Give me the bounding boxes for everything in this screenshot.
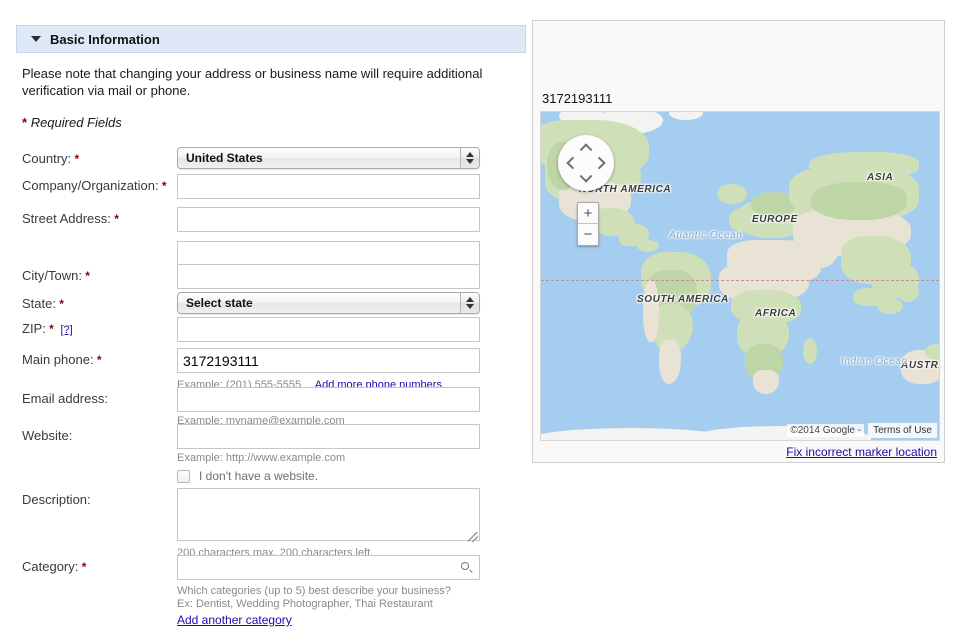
map-business-title: 3172193111 (542, 91, 613, 106)
map-label-africa: AFRICA (755, 308, 797, 319)
label-country: Country: * (22, 151, 80, 166)
city-input[interactable] (177, 264, 480, 289)
map-label-south-america: SOUTH AMERICA (637, 294, 729, 305)
label-main-phone: Main phone: * (22, 352, 102, 367)
pan-right-icon[interactable] (592, 155, 609, 172)
category-input[interactable] (177, 555, 480, 580)
company-input[interactable] (177, 174, 480, 199)
label-street-address: Street Address: * (22, 211, 119, 226)
page-title: Basic Information (50, 31, 160, 47)
required-fields-label: Required Fields (30, 115, 122, 130)
terms-of-use-link[interactable]: Terms of Use (868, 423, 937, 438)
zip-help-link[interactable]: [?] (60, 324, 72, 336)
zoom-in-button[interactable]: + (578, 203, 598, 224)
map-attribution: ©2014 Google - Terms of Use (787, 423, 937, 438)
website-hint: Example: http://www.example.com (177, 452, 346, 464)
email-input[interactable] (177, 387, 480, 412)
map-copyright: ©2014 Google - (787, 424, 865, 437)
map-label-europe: EUROPE (752, 214, 798, 225)
zoom-control[interactable]: + − (577, 202, 599, 246)
add-another-category-link[interactable]: Add another category (177, 613, 292, 627)
category-help-line-2: Ex: Dentist, Wedding Photographer, Thai … (177, 598, 433, 610)
label-email: Email address: (22, 391, 108, 406)
pan-down-icon[interactable] (578, 169, 595, 186)
label-category: Category: * (22, 559, 87, 574)
triangle-down-icon[interactable] (31, 36, 41, 42)
main-phone-input[interactable] (177, 348, 480, 373)
required-fields-note: * Required Fields (22, 115, 526, 130)
map-canvas[interactable]: NORTH AMERICA SOUTH AMERICA EUROPE AFRIC… (540, 111, 940, 441)
country-select[interactable]: United States (177, 147, 480, 169)
no-website-label: I don't have a website. (199, 469, 319, 483)
zoom-out-button[interactable]: − (578, 224, 598, 245)
category-help-line-1: Which categories (up to 5) best describe… (177, 585, 451, 597)
map-label-indian-ocean: Indian Ocean (841, 356, 908, 367)
label-state: State: * (22, 296, 64, 311)
label-zip: ZIP: * [?] (22, 321, 73, 336)
chevron-updown-icon[interactable] (460, 293, 479, 313)
label-description: Description: (22, 492, 91, 507)
label-company: Company/Organization: * (22, 178, 167, 193)
street-address-line2-input[interactable] (177, 241, 480, 266)
website-input[interactable] (177, 424, 480, 449)
verification-note: Please note that changing your address o… (22, 66, 483, 98)
basic-information-form: Basic Information Please note that chang… (16, 25, 526, 627)
chevron-updown-icon[interactable] (460, 148, 479, 168)
pan-control-icon[interactable] (558, 135, 614, 191)
map-label-atlantic-ocean: Atlantic Ocean (669, 230, 743, 241)
equator-line (541, 280, 939, 281)
state-select[interactable]: Select state (177, 292, 480, 314)
map-panel: 3172193111 NORTH AMERICA SOUTH AMERICA E… (532, 20, 945, 463)
country-select-value: United States (186, 151, 263, 165)
label-website: Website: (22, 428, 73, 443)
no-website-row[interactable]: I don't have a website. (177, 469, 480, 483)
map-label-asia: ASIA (867, 172, 894, 183)
fix-incorrect-marker-location-link[interactable]: Fix incorrect marker location (786, 445, 937, 459)
label-city: City/Town: * (22, 268, 90, 283)
street-address-line1-input[interactable] (177, 207, 480, 232)
no-website-checkbox[interactable] (177, 469, 190, 483)
zip-input[interactable] (177, 317, 480, 342)
page-root: Basic Information Please note that chang… (0, 0, 977, 630)
required-marker: * (22, 115, 28, 130)
pan-up-icon[interactable] (578, 141, 595, 158)
pan-left-icon[interactable] (564, 155, 581, 172)
section-header-basic-information[interactable]: Basic Information (16, 25, 526, 53)
description-textarea[interactable] (177, 488, 480, 541)
state-select-value: Select state (186, 296, 253, 310)
